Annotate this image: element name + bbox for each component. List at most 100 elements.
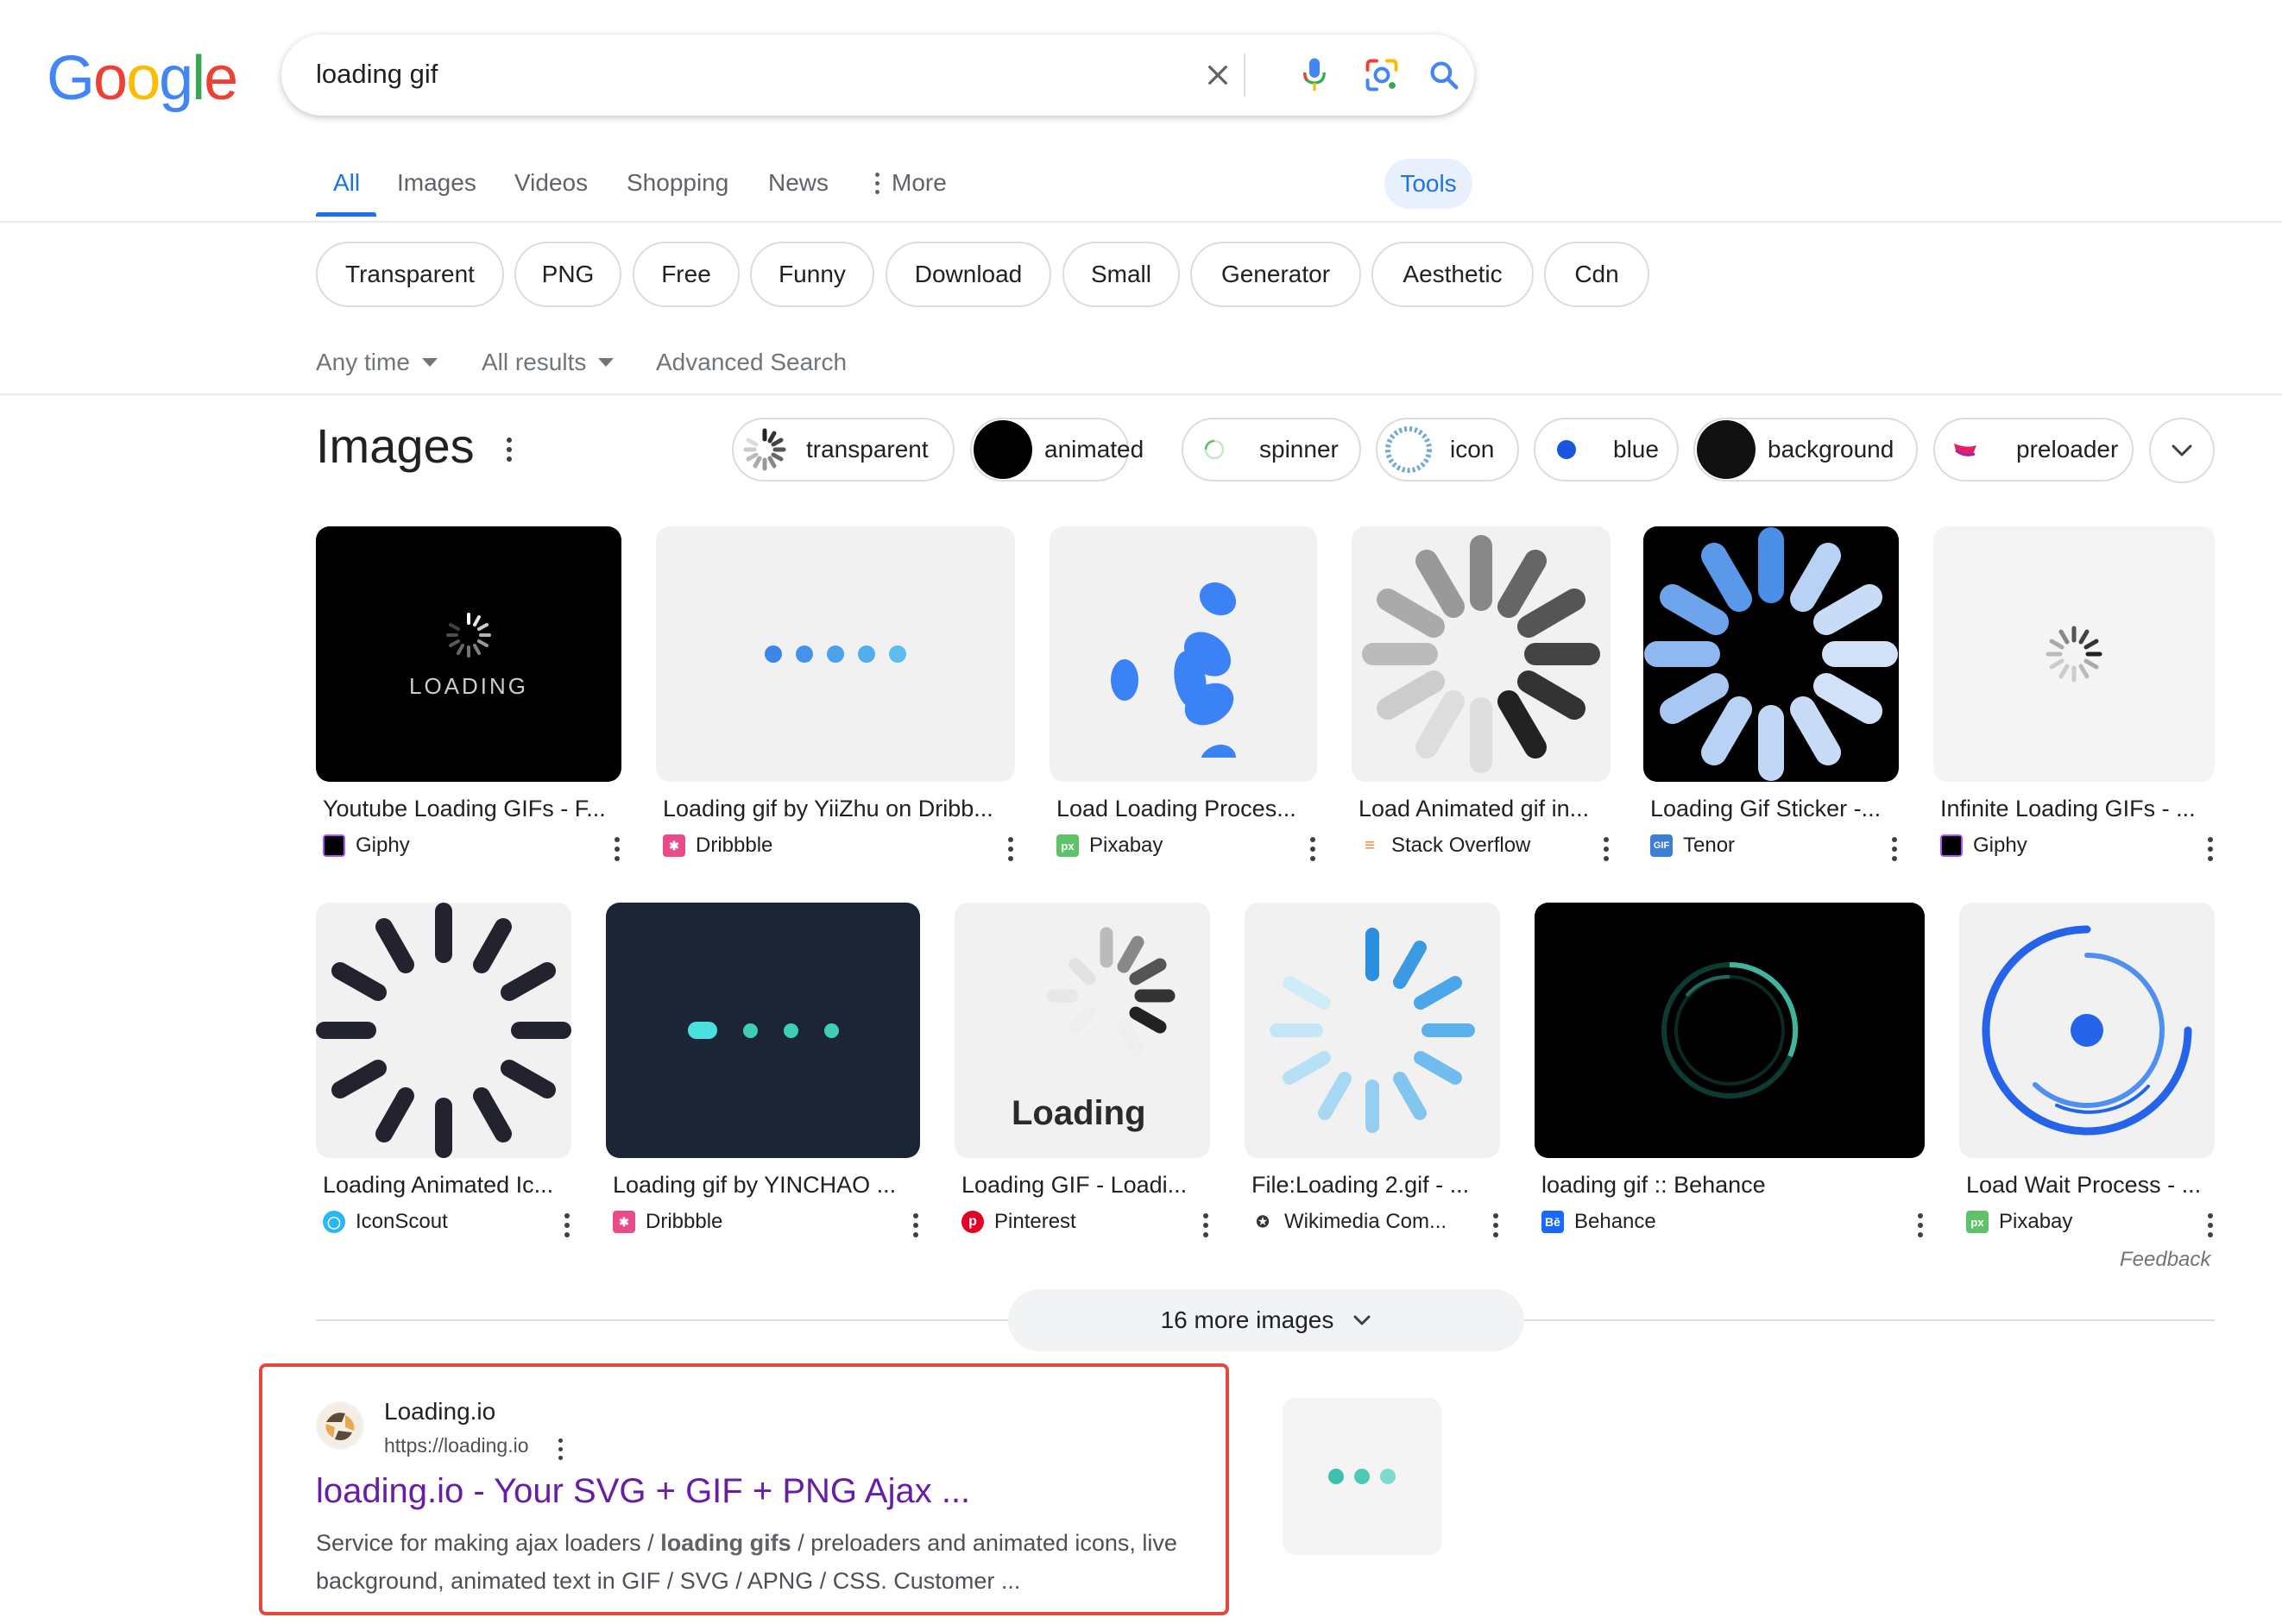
search-box[interactable]: loading gif xyxy=(281,35,1474,116)
tools-button[interactable]: Tools xyxy=(1384,159,1472,209)
image-thumbnail[interactable] xyxy=(656,526,1015,782)
result-menu-icon[interactable] xyxy=(615,837,620,861)
tab-all[interactable]: All xyxy=(333,169,360,197)
image-result[interactable]: File:Loading 2.gif - ... ✪ Wikimedia Com… xyxy=(1245,903,1500,1237)
image-title[interactable]: Youtube Loading GIFs - F... xyxy=(323,796,608,822)
image-result[interactable]: Load Wait Process - ... px Pixabay xyxy=(1959,903,2215,1237)
result-thumbnail[interactable] xyxy=(1283,1398,1441,1555)
tab-more[interactable]: More xyxy=(875,169,947,197)
image-source[interactable]: ≡ Stack Overflow xyxy=(1358,834,1530,858)
image-thumbnail[interactable] xyxy=(1535,903,1925,1158)
image-source[interactable]: px Pixabay xyxy=(1056,834,1163,858)
advanced-search-link[interactable]: Advanced Search xyxy=(656,349,847,376)
image-title[interactable]: Load Loading Proces... xyxy=(1056,796,1307,822)
image-title[interactable]: Load Animated gif in... xyxy=(1358,796,1609,822)
feedback-link[interactable]: Feedback xyxy=(2120,1248,2210,1272)
image-thumbnail[interactable] xyxy=(1959,903,2215,1158)
result-menu-icon[interactable] xyxy=(2208,1213,2213,1237)
image-title[interactable]: Infinite Loading GIFs - ... xyxy=(1940,796,2196,822)
image-thumbnail[interactable] xyxy=(1643,526,1899,782)
image-title[interactable]: File:Loading 2.gif - ... xyxy=(1251,1172,1502,1199)
lens-icon[interactable] xyxy=(1358,52,1405,98)
chip-transparent[interactable]: Transparent xyxy=(316,242,504,307)
image-result[interactable]: Loading Loading GIF - Loadi... p Pintere… xyxy=(955,903,1210,1237)
image-source[interactable]: Giphy xyxy=(1940,834,2027,858)
result-menu-icon[interactable] xyxy=(564,1213,570,1237)
result-menu-icon[interactable] xyxy=(1310,837,1315,861)
image-title[interactable]: Loading gif by YiiZhu on Dribb... xyxy=(663,796,1008,822)
image-result[interactable]: Loading gif by YINCHAO ... ✱ Dribbble xyxy=(606,903,920,1237)
image-source[interactable]: px Pixabay xyxy=(1966,1210,2072,1234)
expand-chips-button[interactable] xyxy=(2149,418,2215,483)
image-result[interactable]: LOADING Youtube Loading GIFs - F... Giph… xyxy=(316,526,621,861)
more-images-button[interactable]: 16 more images xyxy=(1008,1289,1524,1351)
result-menu-icon[interactable] xyxy=(1008,837,1013,861)
image-source[interactable]: ✪ Wikimedia Com... xyxy=(1251,1210,1447,1234)
image-thumbnail[interactable] xyxy=(1050,526,1317,782)
tab-videos[interactable]: Videos xyxy=(514,169,588,197)
images-menu-icon[interactable] xyxy=(507,437,512,462)
image-source[interactable]: ✱ Dribbble xyxy=(613,1210,722,1234)
image-source[interactable]: Giphy xyxy=(323,834,410,858)
result-menu-icon[interactable] xyxy=(1493,1213,1498,1237)
result-site-name[interactable]: Loading.io xyxy=(384,1398,495,1426)
search-icon[interactable] xyxy=(1421,52,1467,98)
image-thumbnail[interactable]: LOADING xyxy=(316,526,621,782)
result-menu-icon[interactable] xyxy=(1892,837,1897,861)
image-source[interactable]: ◯ IconScout xyxy=(323,1210,448,1234)
refine-chip-preloader[interactable]: preloader xyxy=(1933,418,2134,482)
chip-aesthetic[interactable]: Aesthetic xyxy=(1371,242,1534,307)
tab-shopping[interactable]: Shopping xyxy=(627,169,728,197)
result-title-link[interactable]: loading.io - Your SVG + GIF + PNG Ajax .… xyxy=(316,1472,970,1511)
image-thumbnail[interactable] xyxy=(1352,526,1611,782)
image-result[interactable]: Loading Animated Ic... ◯ IconScout xyxy=(316,903,571,1237)
chip-cdn[interactable]: Cdn xyxy=(1544,242,1649,307)
image-result[interactable]: Loading Gif Sticker -... GIF Tenor xyxy=(1643,526,1899,861)
google-logo[interactable]: Google xyxy=(47,43,238,114)
refine-chip-animated[interactable]: animated xyxy=(970,418,1144,482)
refine-chip-background[interactable]: background xyxy=(1693,418,1918,482)
result-url[interactable]: https://loading.io xyxy=(384,1434,529,1457)
refine-chip-spinner[interactable]: spinner xyxy=(1182,418,1361,482)
image-source[interactable]: Bē Behance xyxy=(1541,1210,1656,1234)
result-menu-icon[interactable] xyxy=(1604,837,1609,861)
refine-chip-blue[interactable]: blue xyxy=(1534,418,1679,482)
image-title[interactable]: Loading GIF - Loadi... xyxy=(961,1172,1212,1199)
result-menu-icon[interactable] xyxy=(558,1438,563,1460)
image-result[interactable]: Load Animated gif in... ≡ Stack Overflow xyxy=(1352,526,1611,861)
chip-download[interactable]: Download xyxy=(886,242,1051,307)
search-input[interactable]: loading gif xyxy=(316,59,438,90)
image-title[interactable]: loading gif :: Behance xyxy=(1541,1172,1904,1199)
refine-chip-transparent[interactable]: transparent xyxy=(732,418,955,482)
image-title[interactable]: Load Wait Process - ... xyxy=(1966,1172,2216,1199)
chip-small[interactable]: Small xyxy=(1062,242,1180,307)
close-icon[interactable] xyxy=(1195,52,1241,98)
chip-generator[interactable]: Generator xyxy=(1190,242,1361,307)
image-source[interactable]: GIF Tenor xyxy=(1650,834,1735,858)
mic-icon[interactable] xyxy=(1291,52,1338,98)
result-menu-icon[interactable] xyxy=(913,1213,918,1237)
image-result[interactable]: Load Loading Proces... px Pixabay xyxy=(1050,526,1317,861)
filter-results[interactable]: All results xyxy=(482,349,615,376)
tab-news[interactable]: News xyxy=(768,169,829,197)
image-title[interactable]: Loading gif by YINCHAO ... xyxy=(613,1172,906,1199)
filter-time[interactable]: Any time xyxy=(316,349,438,376)
result-menu-icon[interactable] xyxy=(2208,837,2213,861)
chip-png[interactable]: PNG xyxy=(514,242,621,307)
chip-free[interactable]: Free xyxy=(633,242,740,307)
image-thumbnail[interactable]: Loading xyxy=(955,903,1210,1158)
refine-chip-icon[interactable]: icon xyxy=(1376,418,1519,482)
image-thumbnail[interactable] xyxy=(316,903,571,1158)
image-thumbnail[interactable] xyxy=(1933,526,2215,782)
image-result[interactable]: Infinite Loading GIFs - ... Giphy xyxy=(1933,526,2215,861)
image-thumbnail[interactable] xyxy=(606,903,920,1158)
result-menu-icon[interactable] xyxy=(1918,1213,1923,1237)
image-source[interactable]: ✱ Dribbble xyxy=(663,834,772,858)
image-source[interactable]: p Pinterest xyxy=(961,1210,1076,1234)
result-menu-icon[interactable] xyxy=(1203,1213,1208,1237)
image-thumbnail[interactable] xyxy=(1245,903,1500,1158)
image-result[interactable]: Loading gif by YiiZhu on Dribb... ✱ Drib… xyxy=(656,526,1015,861)
image-title[interactable]: Loading Animated Ic... xyxy=(323,1172,573,1199)
chip-funny[interactable]: Funny xyxy=(750,242,874,307)
tab-images[interactable]: Images xyxy=(397,169,476,197)
